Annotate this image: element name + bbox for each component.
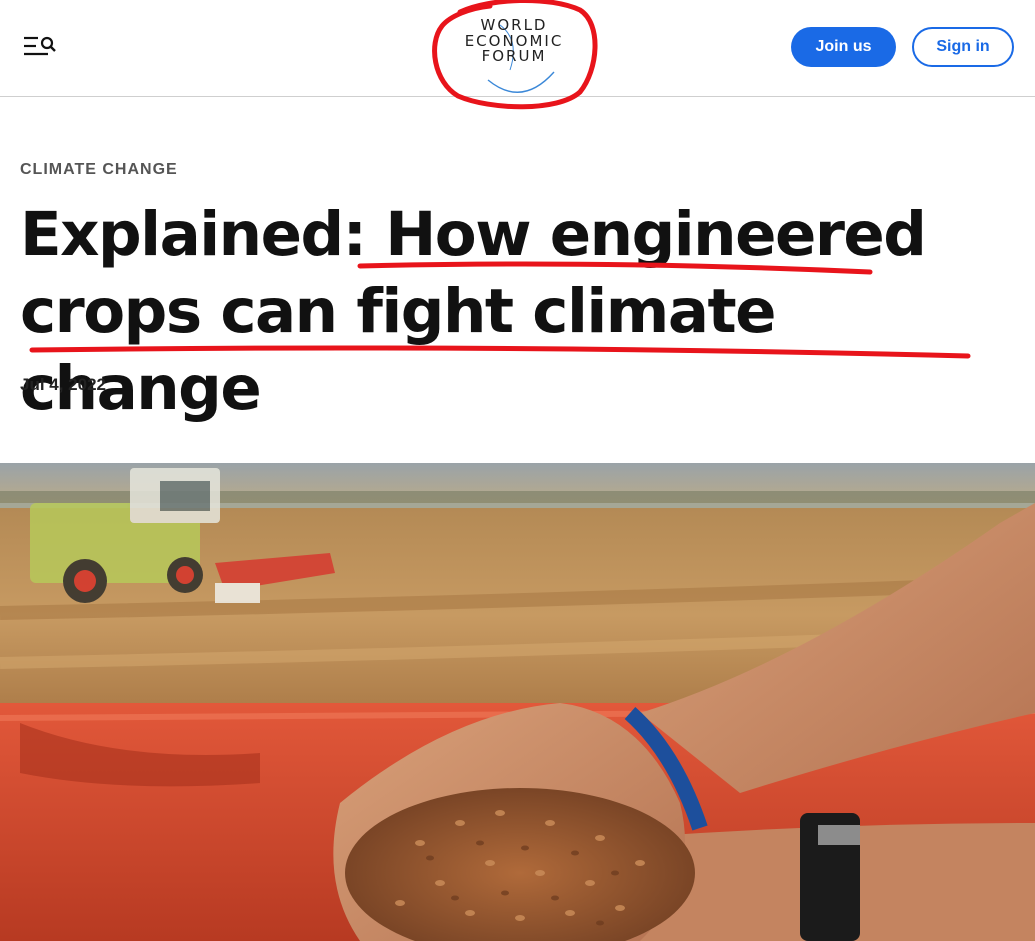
site-header: WORLD ECONOMIC FORUM Join us Sign in xyxy=(0,0,1035,110)
category-tag[interactable]: CLIMATE CHANGE xyxy=(20,161,178,179)
sign-in-button[interactable]: Sign in xyxy=(912,27,1014,67)
menu-icon xyxy=(24,36,56,56)
search-icon xyxy=(40,36,56,52)
menu-search-button[interactable] xyxy=(22,34,58,60)
logo-circle-annotation xyxy=(432,0,598,110)
wef-logo[interactable]: WORLD ECONOMIC FORUM xyxy=(430,0,598,112)
hero-image xyxy=(0,463,1035,941)
publish-date: Jul 4, 2022 xyxy=(20,375,107,394)
join-us-button[interactable]: Join us xyxy=(791,27,896,67)
wheat-harvest-photo xyxy=(0,463,1035,941)
article-headline: Explained: How engineered crops can figh… xyxy=(20,199,927,424)
